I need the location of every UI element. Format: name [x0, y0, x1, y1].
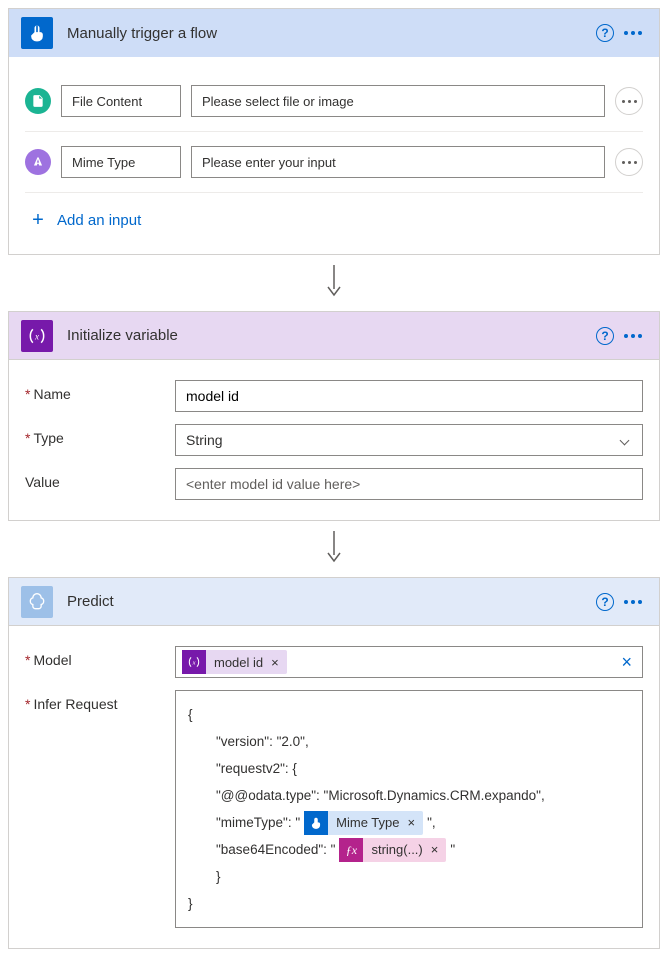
connector-arrow[interactable]: [8, 255, 660, 311]
connector-arrow[interactable]: [8, 521, 660, 577]
add-input-label: Add an input: [57, 212, 141, 229]
fx-icon: ƒx: [339, 838, 363, 862]
initvar-title: Initialize variable: [53, 327, 591, 344]
variable-icon: x: [182, 650, 206, 674]
predict-body: *Model x model id × × *Infer Request { "…: [9, 626, 659, 948]
type-label: *Type: [25, 424, 175, 446]
trigger-body: File Content Please select file or image…: [9, 57, 659, 254]
trigger-card: Manually trigger a flow ? File Content P…: [8, 8, 660, 255]
type-row: *Type String: [25, 418, 643, 462]
type-select[interactable]: String: [175, 424, 643, 456]
model-field[interactable]: x model id × ×: [175, 646, 643, 678]
file-icon: [25, 88, 51, 114]
svg-text:x: x: [34, 331, 39, 341]
initvar-card: x Initialize variable ? *Name *Type Stri…: [8, 311, 660, 521]
name-label: *Name: [25, 380, 175, 402]
model-id-token[interactable]: x model id ×: [182, 650, 287, 674]
touch-icon: [21, 17, 53, 49]
add-input-button[interactable]: + Add an input: [25, 193, 643, 240]
text-icon: [25, 149, 51, 175]
name-row: *Name: [25, 374, 643, 418]
expression-token[interactable]: ƒx string(...) ×: [339, 838, 446, 862]
value-label: Value: [25, 468, 175, 490]
model-row: *Model x model id × ×: [25, 640, 643, 684]
mime-type-input[interactable]: Please enter your input: [191, 146, 605, 178]
more-button[interactable]: [619, 588, 647, 616]
type-value: String: [186, 432, 223, 448]
variable-icon: x: [21, 320, 53, 352]
trigger-title: Manually trigger a flow: [53, 25, 591, 42]
infer-row: *Infer Request { "version": "2.0", "requ…: [25, 684, 643, 934]
help-button[interactable]: ?: [591, 322, 619, 350]
plus-icon: +: [29, 209, 47, 232]
predict-header[interactable]: Predict ?: [9, 578, 659, 626]
token-remove-button[interactable]: ×: [408, 810, 416, 836]
help-button[interactable]: ?: [591, 588, 619, 616]
input-row-mime: Mime Type Please enter your input: [25, 132, 643, 193]
infer-request-input[interactable]: { "version": "2.0", "requestv2": { "@@od…: [175, 690, 643, 928]
chevron-down-icon: [620, 435, 630, 445]
predict-card: Predict ? *Model x model id × × *Infer R…: [8, 577, 660, 949]
brain-icon: [21, 586, 53, 618]
initvar-body: *Name *Type String Value: [9, 360, 659, 520]
svg-text:x: x: [192, 659, 196, 666]
infer-label: *Infer Request: [25, 690, 175, 712]
value-row: Value: [25, 462, 643, 506]
name-input[interactable]: [175, 380, 643, 412]
more-button[interactable]: [619, 322, 647, 350]
mime-type-label[interactable]: Mime Type: [61, 146, 181, 178]
help-button[interactable]: ?: [591, 19, 619, 47]
clear-button[interactable]: ×: [617, 652, 636, 673]
token-remove-button[interactable]: ×: [431, 837, 439, 863]
more-button[interactable]: [619, 19, 647, 47]
touch-icon: [304, 811, 328, 835]
trigger-header[interactable]: Manually trigger a flow ?: [9, 9, 659, 57]
mime-type-token[interactable]: Mime Type ×: [304, 811, 423, 835]
predict-title: Predict: [53, 593, 591, 610]
model-label: *Model: [25, 646, 175, 668]
token-remove-button[interactable]: ×: [271, 655, 279, 670]
file-content-label[interactable]: File Content: [61, 85, 181, 117]
input-row-file: File Content Please select file or image: [25, 71, 643, 132]
initvar-header[interactable]: x Initialize variable ?: [9, 312, 659, 360]
input-more-button[interactable]: [615, 148, 643, 176]
file-content-input[interactable]: Please select file or image: [191, 85, 605, 117]
input-more-button[interactable]: [615, 87, 643, 115]
value-input[interactable]: [175, 468, 643, 500]
